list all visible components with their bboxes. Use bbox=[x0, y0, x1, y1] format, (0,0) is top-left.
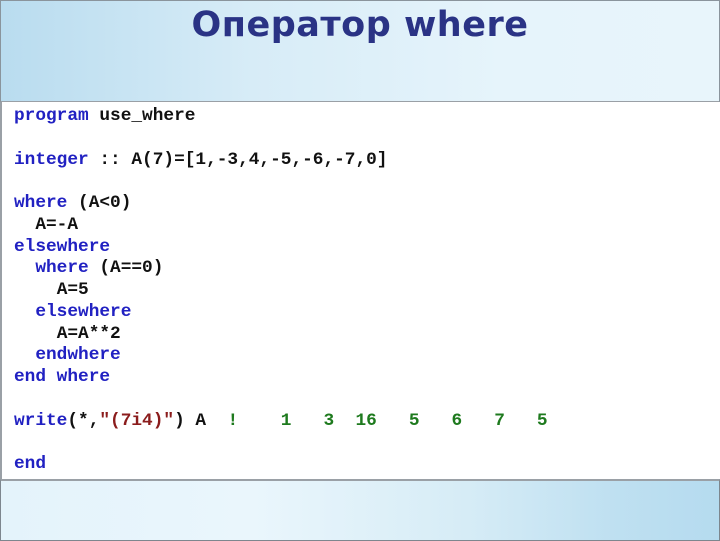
code-line-program: program use_where bbox=[14, 106, 548, 128]
format-string: "(7i4)" bbox=[99, 410, 175, 431]
code-line-square: A=A**2 bbox=[14, 324, 548, 346]
keyword: program bbox=[14, 106, 89, 126]
slide-footer bbox=[0, 479, 720, 541]
code-text: A=-A bbox=[35, 214, 79, 235]
code-text: :: A(7)=[1,-3,4,-5,-6,-7,0] bbox=[88, 149, 388, 170]
keyword: where bbox=[35, 258, 89, 279]
code-listing: program use_whereinteger :: A(7)=[1,-3,4… bbox=[14, 106, 548, 476]
keyword: write bbox=[14, 410, 68, 431]
code-panel: program use_whereinteger :: A(7)=[1,-3,4… bbox=[0, 102, 720, 479]
keyword: integer bbox=[14, 149, 89, 170]
code-line-elsewhere: elsewhere bbox=[14, 237, 548, 259]
keyword: end where bbox=[14, 367, 111, 387]
code-text: (A==0) bbox=[88, 258, 164, 279]
keyword: elsewhere bbox=[35, 301, 132, 322]
code-line-negate: A=-A bbox=[14, 215, 548, 237]
code-line-endwhere: endwhere bbox=[14, 345, 548, 367]
code-line-inner-where: where (A==0) bbox=[14, 258, 548, 280]
keyword: end bbox=[14, 454, 47, 474]
code-text: A=A**2 bbox=[56, 323, 121, 344]
slide-header: Оператор where bbox=[0, 0, 720, 103]
code-text: (A<0) bbox=[67, 193, 132, 213]
code-line-inner-elsewhere: elsewhere bbox=[14, 302, 548, 324]
code-text: use_where bbox=[88, 106, 196, 126]
code-line-write: write(*,"(7i4)") A ! 1 3 16 5 6 7 5 bbox=[14, 411, 548, 433]
code-line-end-where: end where bbox=[14, 367, 548, 389]
code-line-assign-five: A=5 bbox=[14, 280, 548, 302]
slide-title: Оператор where bbox=[191, 5, 529, 45]
code-line-end: end bbox=[14, 454, 548, 476]
code-line-where: where (A<0) bbox=[14, 193, 548, 215]
keyword: endwhere bbox=[35, 345, 121, 366]
keyword: elsewhere bbox=[14, 236, 111, 257]
output-comment: ! 1 3 16 5 6 7 5 bbox=[227, 410, 548, 431]
code-text: A=5 bbox=[56, 280, 89, 300]
code-line-declaration: integer :: A(7)=[1,-3,4,-5,-6,-7,0] bbox=[14, 150, 548, 172]
code-text: (*, bbox=[67, 410, 100, 431]
code-text: ) A bbox=[174, 410, 228, 431]
keyword: where bbox=[14, 193, 68, 213]
